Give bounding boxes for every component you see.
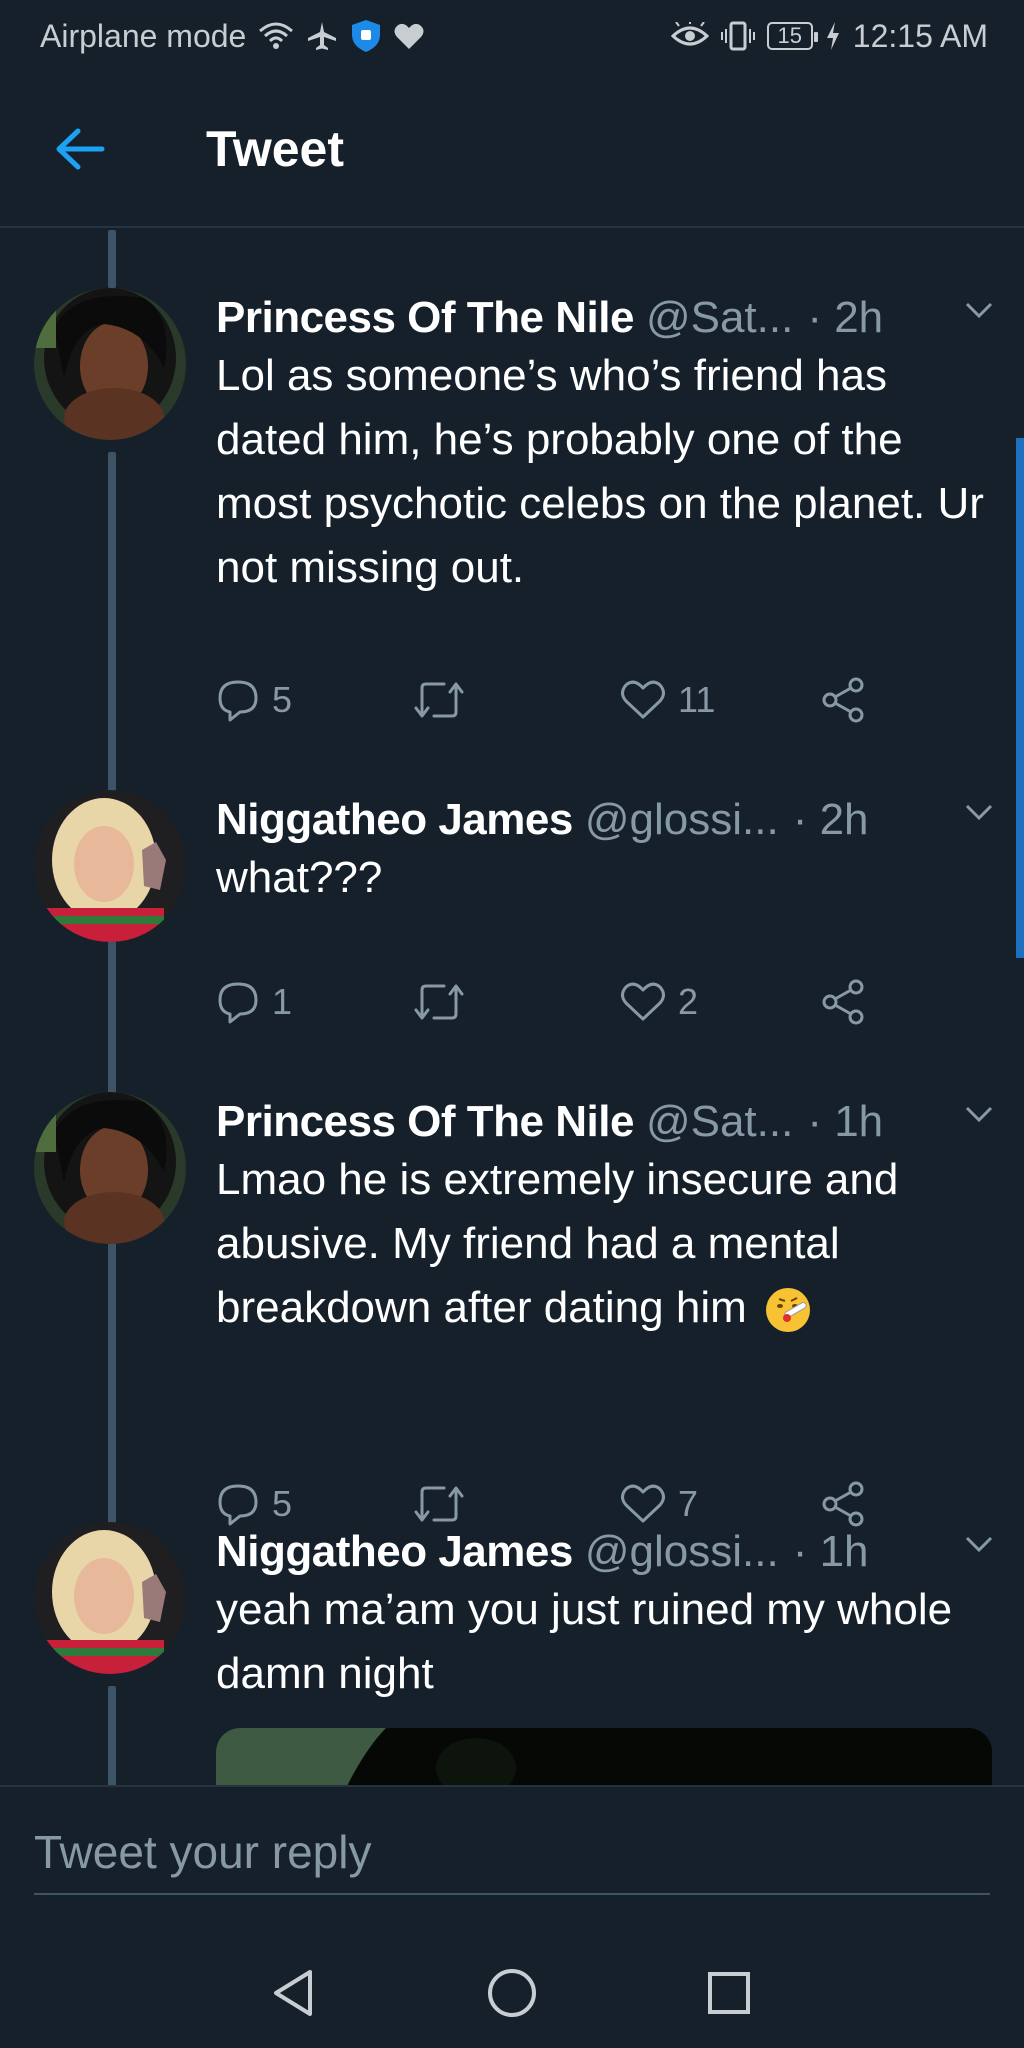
share-button[interactable] <box>820 670 866 730</box>
author-handle[interactable]: @glossi... <box>585 1527 779 1577</box>
avatar-photo-icon <box>34 288 186 440</box>
chevron-down-icon[interactable] <box>964 802 994 822</box>
tweet-header: Niggatheo James @glossi... · 2h <box>216 790 994 850</box>
nav-back-button[interactable] <box>258 1958 328 2028</box>
share-icon <box>822 1481 864 1527</box>
status-bar: Airplane mode 15 12:15 AM <box>0 0 1024 72</box>
thread-line <box>108 1686 116 1785</box>
arrow-left-icon <box>56 128 105 170</box>
tweet-header: Niggatheo James @glossi... · 1h <box>216 1522 994 1582</box>
triangle-back-icon <box>274 1970 312 2016</box>
author-name[interactable]: Niggatheo James <box>216 1527 573 1577</box>
avatar[interactable] <box>34 790 186 942</box>
square-recents-icon <box>708 1972 750 2014</box>
retweet-icon <box>414 984 464 1020</box>
like-button[interactable]: 11 <box>620 670 715 730</box>
tweet-actions: 1 2 <box>216 972 896 1032</box>
reply-input[interactable]: Tweet your reply <box>34 1825 990 1895</box>
reply-button[interactable]: 1 <box>216 972 292 1032</box>
tweet-header: Princess Of The Nile @Sat... · 2h <box>216 288 994 348</box>
face-with-thermometer-icon <box>765 1288 810 1333</box>
tweet-actions: 5 11 <box>216 670 896 730</box>
circle-home-icon <box>488 1969 536 2017</box>
tweet-text: yeah ma’am you just ruined my whole damn… <box>216 1585 953 1698</box>
author-name[interactable]: Niggatheo James <box>216 795 573 845</box>
battery-indicator: 15 <box>766 22 818 50</box>
airplane-mode-label: Airplane mode <box>40 17 247 54</box>
chevron-down-icon[interactable] <box>964 300 994 320</box>
thread-line <box>108 230 116 288</box>
airplane-icon <box>308 22 337 50</box>
tweet-time: · 2h <box>807 293 884 342</box>
wifi-icon <box>259 22 294 49</box>
author-handle[interactable]: @glossi... <box>585 795 779 845</box>
share-button[interactable] <box>820 972 866 1032</box>
scrollbar[interactable] <box>1016 438 1024 958</box>
status-left: Airplane mode <box>40 18 424 55</box>
like-count: 7 <box>678 1483 699 1524</box>
tweet-time: · 2h <box>792 795 869 844</box>
like-count: 2 <box>678 981 699 1022</box>
heart-icon <box>621 982 665 1021</box>
tweet-text: Lmao he is extremely insecure and abusiv… <box>216 1148 996 1340</box>
reply-icon <box>218 1484 258 1526</box>
reply-bar: Tweet your reply <box>0 1785 1024 1927</box>
tweet-time: · 1h <box>807 1097 884 1146</box>
retweet-icon <box>414 1486 464 1522</box>
author-handle[interactable]: @Sat... <box>646 293 793 343</box>
reply-icon <box>218 680 258 722</box>
reply-count: 1 <box>272 981 293 1022</box>
reply-button[interactable]: 5 <box>216 670 292 730</box>
retweet-icon <box>414 682 464 718</box>
system-nav-bar <box>0 1928 1024 2048</box>
clock: 12:15 AM <box>852 17 988 54</box>
shield-icon <box>352 20 381 52</box>
charging-icon <box>826 22 839 50</box>
avatar[interactable] <box>34 1092 186 1244</box>
media-thumbnail-icon <box>216 1728 992 1785</box>
avatar-photo-icon <box>34 1092 186 1244</box>
nav-recents-button[interactable] <box>694 1958 764 2028</box>
author-handle[interactable]: @Sat... <box>646 1097 793 1147</box>
avatar-photo-icon <box>34 790 186 942</box>
tweet-text: Lol as someone’s who’s friend has dated … <box>216 351 984 592</box>
reply-count: 5 <box>272 1483 293 1524</box>
tweet-time: · 1h <box>792 1527 869 1576</box>
tweet-thread[interactable]: Princess Of The Nile @Sat... · 2h Lol as… <box>0 230 1024 1785</box>
author-name[interactable]: Princess Of The Nile <box>216 293 634 343</box>
reply-count: 5 <box>272 679 293 720</box>
share-icon <box>822 979 864 1025</box>
retweet-button[interactable] <box>412 670 478 730</box>
tweet-header: Princess Of The Nile @Sat... · 1h <box>216 1092 994 1152</box>
heart-icon <box>621 1484 665 1523</box>
heart-status-icon <box>394 23 424 49</box>
author-name[interactable]: Princess Of The Nile <box>216 1097 634 1147</box>
page-title: Tweet <box>206 121 344 177</box>
avatar-photo-icon <box>34 1522 186 1674</box>
back-button[interactable] <box>46 115 114 183</box>
avatar[interactable] <box>34 288 186 440</box>
tweet-text: what??? <box>216 853 383 902</box>
retweet-button[interactable] <box>412 972 478 1032</box>
share-icon <box>822 677 864 723</box>
chevron-down-icon[interactable] <box>964 1104 994 1124</box>
like-count: 11 <box>678 679 716 720</box>
vibrate-icon <box>720 21 755 51</box>
reply-icon <box>218 982 258 1024</box>
media-preview[interactable] <box>216 1728 992 1785</box>
page-header: Tweet <box>0 72 1024 228</box>
eye-icon <box>670 22 709 46</box>
heart-icon <box>621 680 665 719</box>
avatar[interactable] <box>34 1522 186 1674</box>
nav-home-button[interactable] <box>477 1958 547 2028</box>
chevron-down-icon[interactable] <box>964 1534 994 1554</box>
like-button[interactable]: 2 <box>620 972 698 1032</box>
thread-line <box>108 1256 116 1546</box>
status-right: 15 12:15 AM <box>670 17 988 55</box>
